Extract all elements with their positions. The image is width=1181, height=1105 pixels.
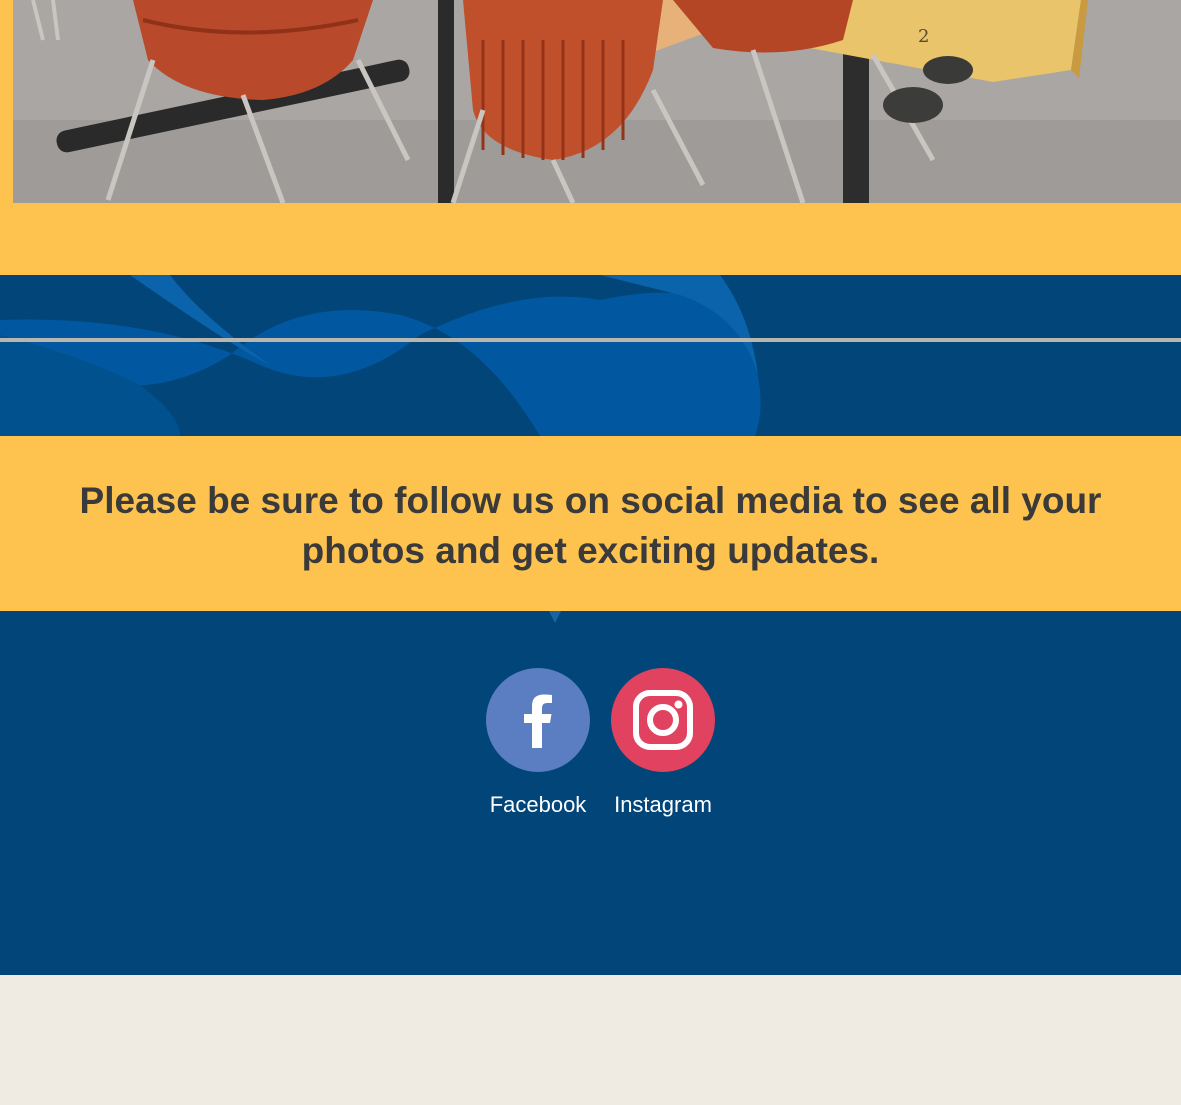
- classroom-photo: 2: [13, 0, 1181, 203]
- divider-line: [0, 338, 1181, 342]
- facebook-icon[interactable]: [486, 668, 590, 772]
- instagram-label: Instagram: [614, 792, 712, 817]
- instagram-icon[interactable]: [611, 668, 715, 772]
- table-number: 2: [918, 26, 929, 47]
- facebook-link[interactable]: Facebook: [473, 668, 603, 818]
- social-section: Facebook Instagram: [0, 611, 1181, 975]
- wave-banner: [0, 275, 1181, 436]
- photo-section: 2: [0, 0, 1181, 275]
- page-footer: [0, 975, 1181, 1105]
- follow-message: Please be sure to follow us on social me…: [79, 480, 1102, 571]
- pointer-notch: [549, 611, 561, 623]
- classroom-photo-illustration: 2: [13, 0, 1181, 203]
- instagram-link[interactable]: Instagram: [598, 668, 728, 818]
- facebook-label: Facebook: [489, 792, 587, 817]
- wave-decoration: [0, 275, 761, 436]
- follow-message-band: Please be sure to follow us on social me…: [0, 436, 1181, 611]
